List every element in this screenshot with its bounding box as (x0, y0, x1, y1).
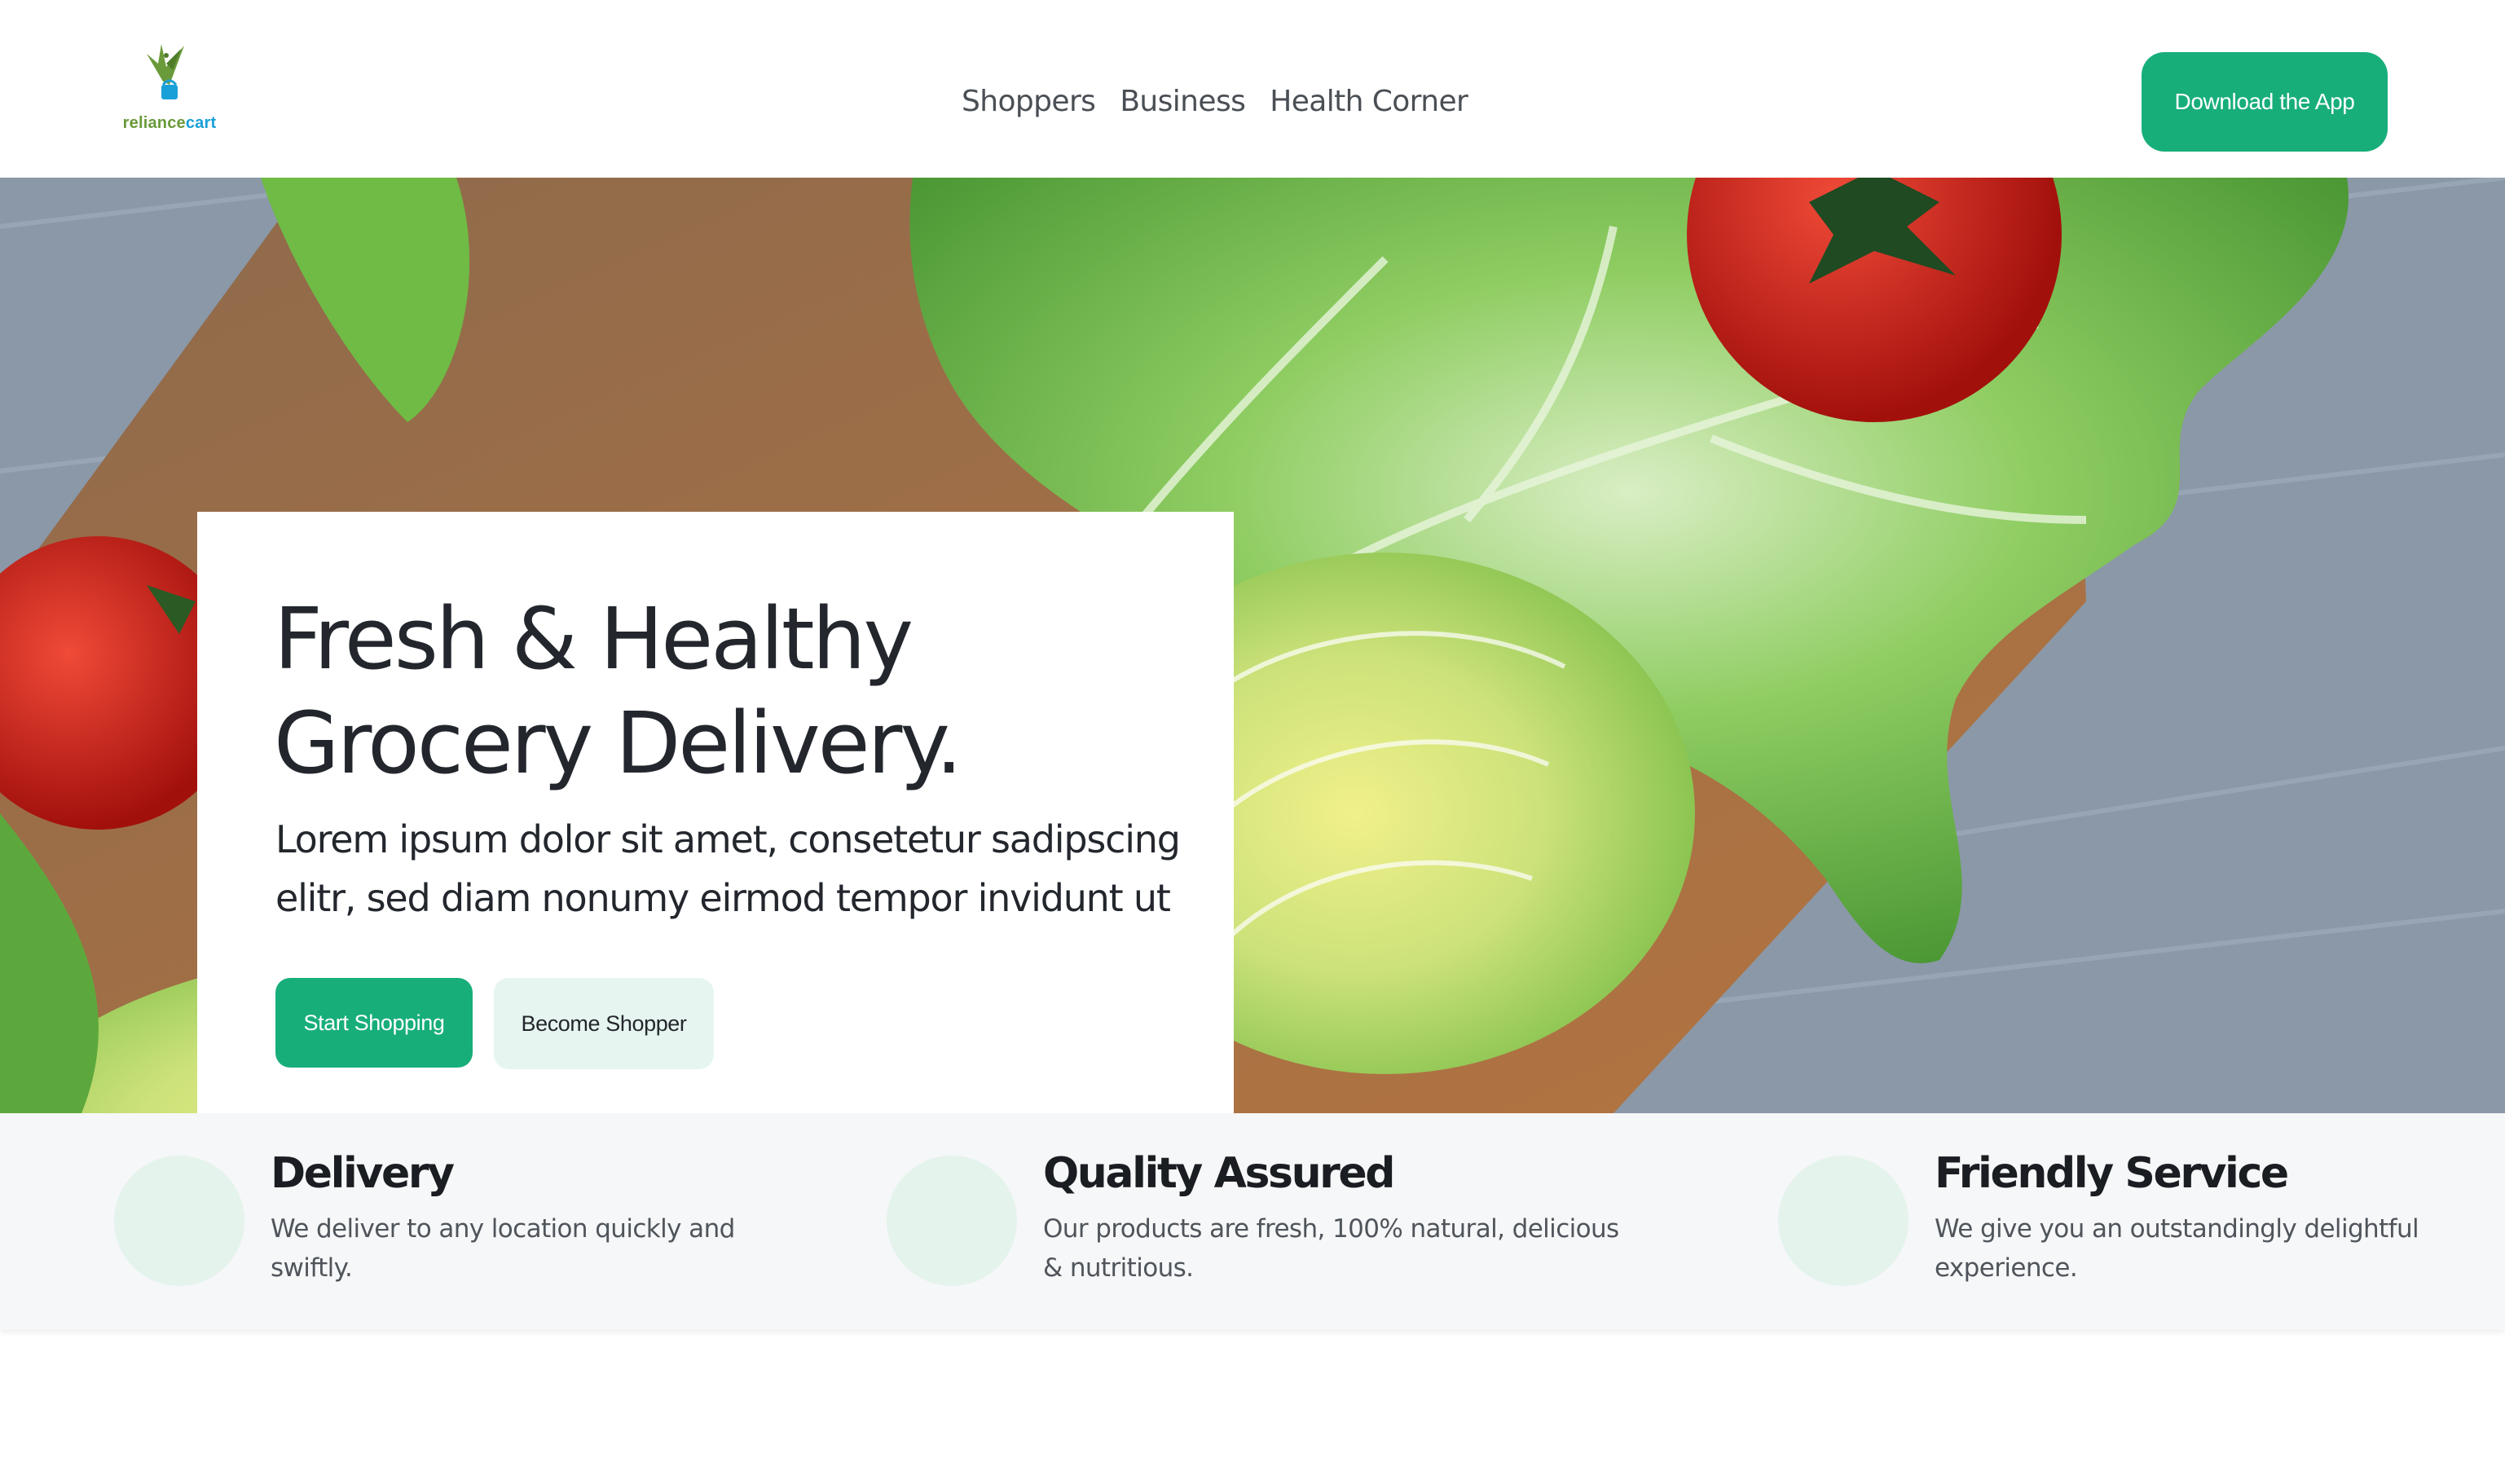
hero-subtitle: Lorem ipsum dolor sit amet, consetetur s… (275, 817, 1181, 920)
feature-title: Quality Assured (1043, 1149, 1396, 1198)
main-nav: Shoppers Business Health Corner (962, 78, 1468, 124)
start-shopping-button[interactable]: Start Shopping (275, 978, 473, 1068)
become-shopper-button[interactable]: Become Shopper (494, 978, 714, 1069)
quality-icon (887, 1156, 1017, 1286)
hero-title: Fresh & Healthy Grocery Delivery. (274, 589, 962, 793)
feature-text: We give you an outstandingly delightful … (1935, 1214, 2419, 1283)
service-icon (1778, 1156, 1908, 1286)
site-header: reliancecart Shoppers Business Health Co… (0, 0, 2505, 178)
brand-logo[interactable]: reliancecart (112, 39, 222, 140)
feature-text: We deliver to any location quickly and s… (271, 1214, 735, 1283)
features-strip: Delivery We deliver to any location quic… (0, 1113, 2505, 1330)
nav-shoppers[interactable]: Shoppers (962, 85, 1096, 118)
nav-business[interactable]: Business (1120, 85, 1246, 118)
bird-logo-icon (147, 44, 184, 99)
nav-health-corner[interactable]: Health Corner (1270, 85, 1468, 118)
download-app-button[interactable]: Download the App (2142, 52, 2388, 152)
feature-title: Friendly Service (1935, 1149, 2289, 1198)
delivery-icon (114, 1156, 244, 1286)
feature-title: Delivery (271, 1149, 455, 1198)
hero-card: Fresh & Healthy Grocery Delivery. Lorem … (197, 512, 1234, 1113)
brand-wordmark: reliancecart (122, 114, 217, 132)
hero-section: Fresh & Healthy Grocery Delivery. Lorem … (0, 178, 2505, 1113)
feature-text: Our products are fresh, 100% natural, de… (1043, 1214, 1619, 1283)
